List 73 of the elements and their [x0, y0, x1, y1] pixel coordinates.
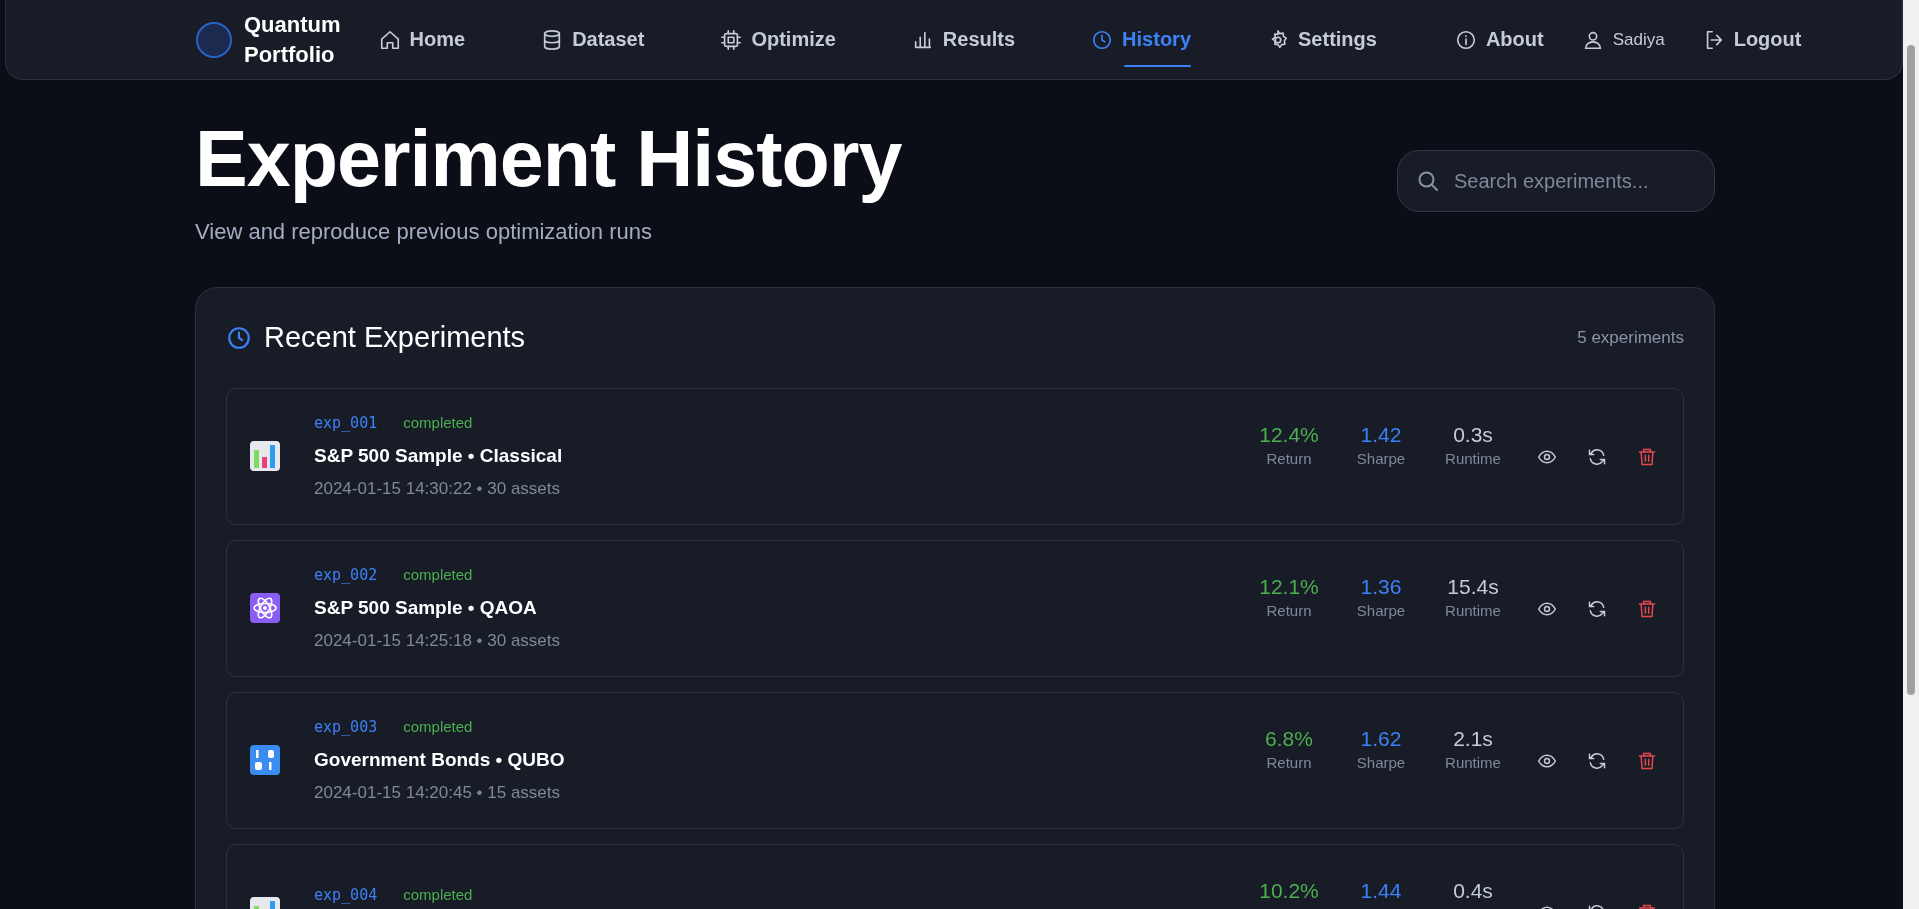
- runtime-value: 0.4s: [1453, 878, 1493, 903]
- experiment-meta: 2024-01-15 14:25:18 • 30 assets: [314, 630, 562, 651]
- trash-icon: [1637, 446, 1657, 467]
- return-value: 6.8%: [1265, 726, 1313, 751]
- refresh-icon: [1587, 598, 1607, 619]
- stat-label: Return: [1266, 449, 1312, 467]
- runtime-value: 0.3s: [1453, 422, 1493, 447]
- number-keys-icon: [249, 744, 281, 777]
- active-underline: [1124, 65, 1191, 67]
- atom-icon: [249, 592, 281, 625]
- search-field[interactable]: Search experiments...: [1397, 150, 1715, 212]
- stat-label: Runtime: [1445, 753, 1501, 771]
- experiment-id: exp_004: [314, 885, 378, 904]
- chip-icon: [720, 28, 743, 51]
- home-icon: [378, 28, 401, 51]
- experiment-id: exp_003: [314, 717, 378, 736]
- stat-label: Runtime: [1445, 449, 1501, 467]
- experiment-id: exp_001: [314, 413, 378, 432]
- return-value: 12.4%: [1259, 422, 1319, 447]
- panel-title: Recent Experiments: [264, 321, 526, 355]
- nav-link[interactable]: Optimize: [720, 28, 836, 51]
- experiment-meta: 2024-01-15 14:30:22 • 30 assets: [314, 478, 562, 499]
- bar-chart-icon: [249, 440, 281, 473]
- sharpe-value: 1.42: [1360, 422, 1402, 447]
- runtime-value: 15.4s: [1447, 574, 1499, 599]
- refresh-icon: [1587, 750, 1607, 771]
- experiment-count: 5 experiments: [1577, 327, 1684, 348]
- clock-icon: [1091, 28, 1114, 51]
- experiment-title: S&P 500 Sample • Classical: [314, 444, 564, 467]
- search-icon: [1416, 169, 1440, 193]
- nav-link[interactable]: Results: [911, 28, 1016, 51]
- user-link[interactable]: Sadiya: [1581, 28, 1665, 51]
- sharpe-value: 1.62: [1360, 726, 1402, 751]
- experiment-meta: 2024-01-15 14:20:45 • 15 assets: [314, 782, 562, 803]
- refresh-icon: [1587, 446, 1607, 467]
- experiment-card[interactable]: exp_003 completed Government Bonds • QUBO 2024-01-15 14:20:45 • 15 assets 6.8% Return 1.62 Sharpe 2.1s Runtime: [226, 691, 1684, 829]
- stat-label: Sharpe: [1356, 753, 1406, 771]
- clock-icon: [226, 324, 252, 351]
- stat-label: Sharpe: [1356, 601, 1406, 619]
- experiment-title: Government Bonds • QUBO: [314, 748, 566, 771]
- logo-icon: [196, 21, 232, 58]
- sharpe-value: 1.36: [1360, 574, 1402, 599]
- experiment-title: S&P 500 Sample • QAOA: [314, 596, 538, 619]
- stat-label: Sharpe: [1356, 449, 1406, 467]
- return-value: 10.2%: [1259, 878, 1319, 903]
- status-label: completed: [403, 885, 473, 903]
- trash-icon: [1637, 598, 1657, 619]
- logout-link[interactable]: Logout: [1702, 28, 1802, 51]
- trash-icon: [1637, 750, 1657, 771]
- info-icon: [1454, 28, 1477, 51]
- search-input[interactable]: Search experiments...: [1452, 168, 1696, 194]
- page-subtitle: View and reproduce previous optimization runs: [195, 218, 653, 245]
- nav-link[interactable]: Home: [378, 28, 466, 51]
- runtime-value: 2.1s: [1453, 726, 1493, 751]
- nav-link[interactable]: Settings: [1267, 28, 1377, 51]
- nav-link[interactable]: History: [1091, 28, 1191, 51]
- return-value: 12.1%: [1259, 574, 1319, 599]
- stat-label: Return: [1266, 753, 1312, 771]
- stat-label: Runtime: [1445, 601, 1501, 619]
- experiment-card[interactable]: exp_001 completed S&P 500 Sample • Classical 2024-01-15 14:30:22 • 30 assets 12.4% Return 1.42 Sharpe 0.3s Runtime: [226, 387, 1684, 525]
- stat-label: Return: [1266, 601, 1312, 619]
- experiment-card[interactable]: exp_002 completed S&P 500 Sample • QAOA 2024-01-15 14:25:18 • 30 assets 12.1% Return 1.36 Sharpe 15.4s Runtime: [226, 539, 1684, 677]
- scrollbar[interactable]: [1903, 0, 1919, 909]
- status-label: completed: [403, 413, 473, 431]
- status-label: completed: [403, 717, 473, 735]
- brand-name[interactable]: Quantum Portfolio: [244, 9, 341, 70]
- experiment-card[interactable]: exp_004 completed 10.2% 1.44 0.4s: [226, 843, 1684, 909]
- about-link[interactable]: About: [1454, 28, 1544, 51]
- status-label: completed: [403, 565, 473, 583]
- page-title: Experiment History: [195, 114, 902, 205]
- experiment-id: exp_002: [314, 565, 378, 584]
- sharpe-value: 1.44: [1360, 878, 1402, 903]
- nav-link[interactable]: Dataset: [541, 28, 645, 51]
